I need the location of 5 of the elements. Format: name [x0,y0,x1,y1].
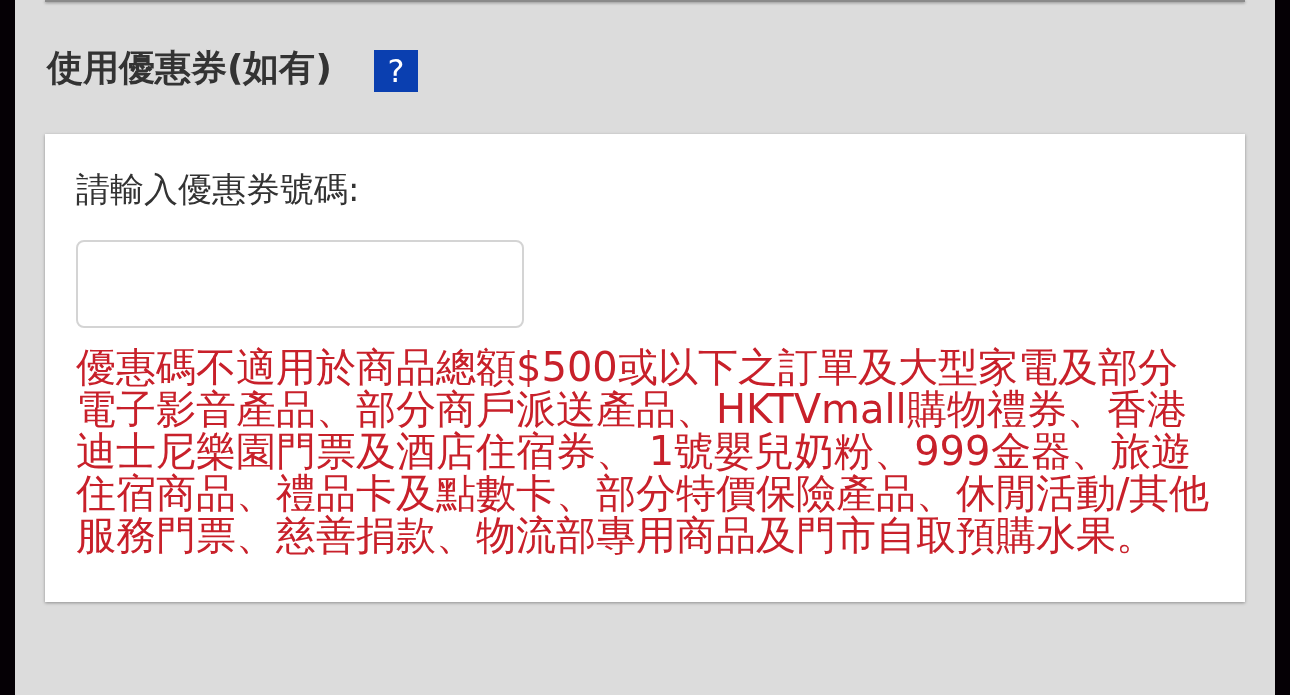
help-button[interactable]: ? [373,50,418,92]
coupon-label: 請輸入優惠券號碼: [76,168,361,211]
section-title: 使用優惠券(如有) [47,45,332,90]
coupon-input-field[interactable] [76,240,524,328]
coupon-notice: 優惠碼不適用於商品總額$500或以下之訂單及大型家電及部分電子影音產品、部分商戶派送產品、HKTVmall購物禮券、香港迪士尼樂園門票及酒店住宿券、 1號嬰兒奶粉、999金器、旅遊住宿商品、禮品卡及點數卡、部分特價保險產品、休閒活動/其他服務門票、慈善捐款、物流部專用商品及門市自取預購水果。 [76,346,1211,556]
